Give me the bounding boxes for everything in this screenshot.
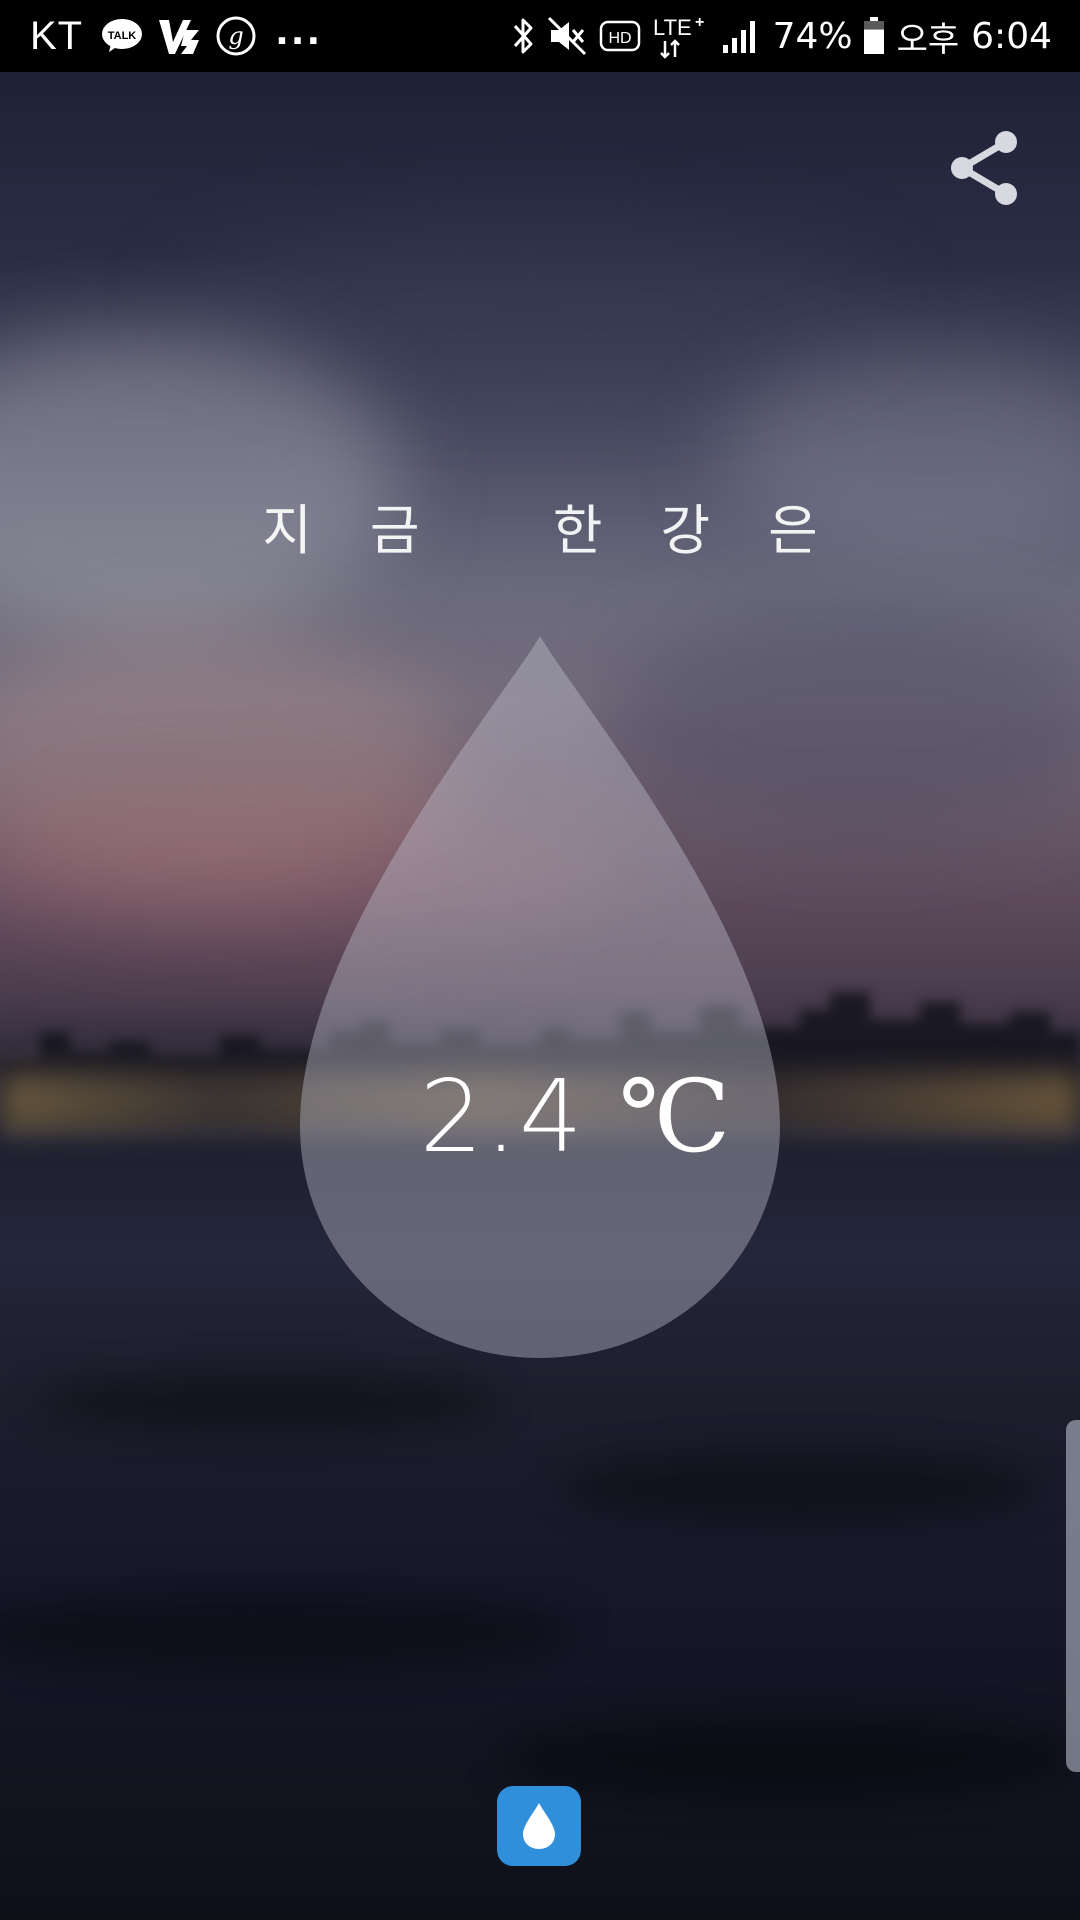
hd-icon: HD — [599, 19, 641, 53]
more-notifications-indicator: ... — [275, 11, 323, 53]
screen: KT TALK g ... HD LTE + 74% 오후 6:04 지금 한강… — [0, 0, 1080, 1920]
temperature-unit: ℃ — [618, 1058, 731, 1175]
status-bar-left: KT TALK g ... — [30, 11, 323, 59]
svg-text:g: g — [228, 22, 243, 50]
g-circle-icon: g — [215, 15, 257, 57]
svg-text:+: + — [695, 14, 704, 31]
battery-icon — [863, 17, 885, 55]
svg-text:TALK: TALK — [108, 30, 137, 42]
lte-label: LTE — [653, 15, 692, 40]
hd-label: HD — [608, 30, 631, 47]
signal-icon — [721, 17, 761, 55]
water-drop-shape — [300, 636, 780, 1358]
kakaotalk-icon: TALK — [101, 18, 143, 54]
lte-plus-icon: LTE + — [653, 13, 709, 59]
share-icon — [951, 131, 1017, 205]
carrier-label: KT — [30, 13, 84, 58]
water-ripple — [500, 1712, 1080, 1802]
temperature-value: 2.4 — [419, 1058, 585, 1175]
page-title: 지금 한강은 — [262, 499, 876, 562]
v3-icon — [157, 16, 201, 56]
water-drop-icon — [523, 1803, 555, 1849]
battery-percent: 74% — [772, 15, 853, 57]
water-ripple — [40, 1372, 500, 1432]
water-drop-button[interactable] — [497, 1786, 581, 1866]
status-bar-right: HD LTE + 74% 오후 6:04 — [511, 12, 1052, 61]
mute-icon — [547, 16, 587, 56]
clock: 6:04 — [971, 15, 1052, 57]
bluetooth-icon — [511, 16, 535, 56]
share-button[interactable] — [944, 128, 1024, 208]
temperature-display: 2.4 ℃ — [300, 1058, 780, 1175]
water-ripple — [560, 1452, 1040, 1522]
cloud — [0, 332, 400, 632]
water-ripple — [0, 1592, 580, 1672]
edge-panel-handle[interactable] — [1066, 1420, 1080, 1772]
status-bar: KT TALK g ... HD LTE + 74% 오후 6:04 — [0, 0, 1080, 72]
ampm-label: 오후 — [896, 19, 960, 60]
